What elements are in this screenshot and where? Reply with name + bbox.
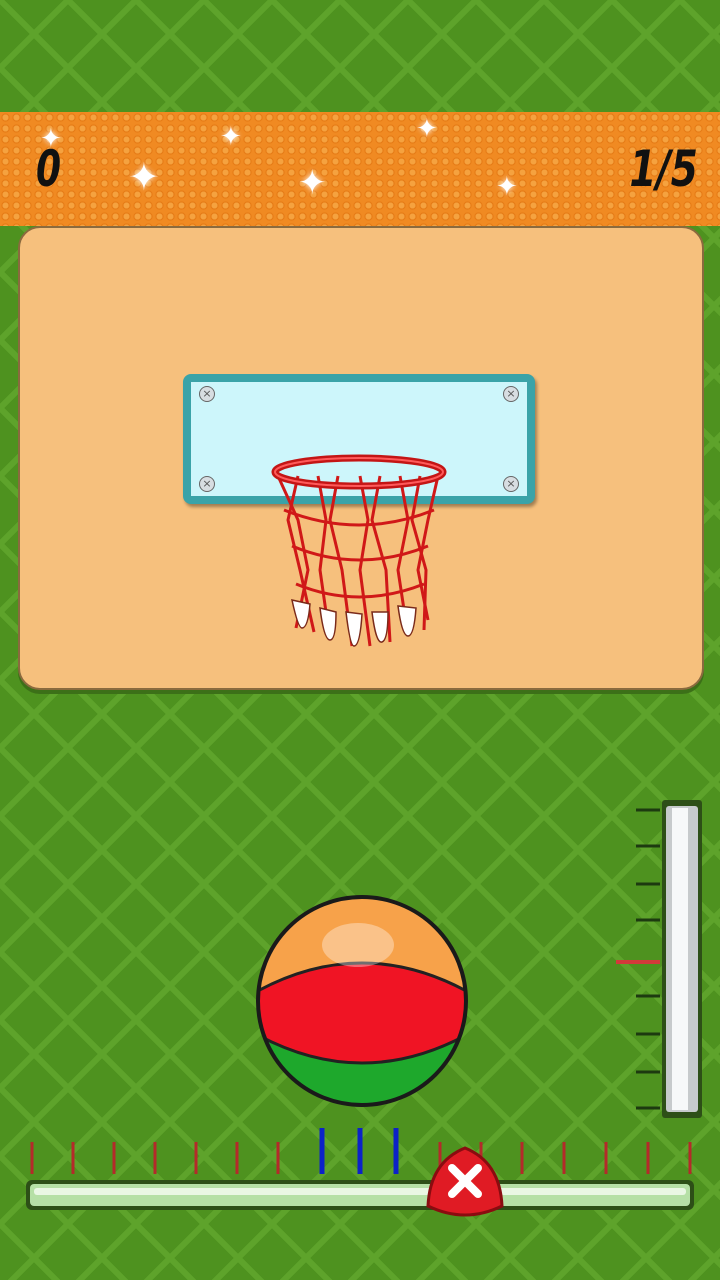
screw-icon: × xyxy=(199,386,215,402)
aim-bar xyxy=(26,1180,694,1210)
sparkle-icon: ✦ xyxy=(220,122,242,152)
sparkle-icon: ✦ xyxy=(128,155,160,199)
score-counter: 0 xyxy=(36,140,62,198)
power-meter xyxy=(662,800,702,1118)
sparkle-icon: ✦ xyxy=(496,172,518,202)
hud-bar xyxy=(0,112,720,226)
screw-icon: × xyxy=(503,386,519,402)
sparkle-icon: ✦ xyxy=(298,163,327,203)
aim-scale xyxy=(30,1128,692,1174)
aim-slider-handle[interactable] xyxy=(424,1144,506,1220)
sparkle-icon: ✦ xyxy=(416,114,438,144)
shots-counter: 1/5 xyxy=(629,140,698,198)
ball[interactable] xyxy=(254,893,470,1109)
screw-icon: × xyxy=(199,476,215,492)
power-scale xyxy=(616,808,660,1110)
basket-hoop xyxy=(271,454,447,647)
screw-icon: × xyxy=(503,476,519,492)
aim-target-zone xyxy=(319,1128,399,1174)
